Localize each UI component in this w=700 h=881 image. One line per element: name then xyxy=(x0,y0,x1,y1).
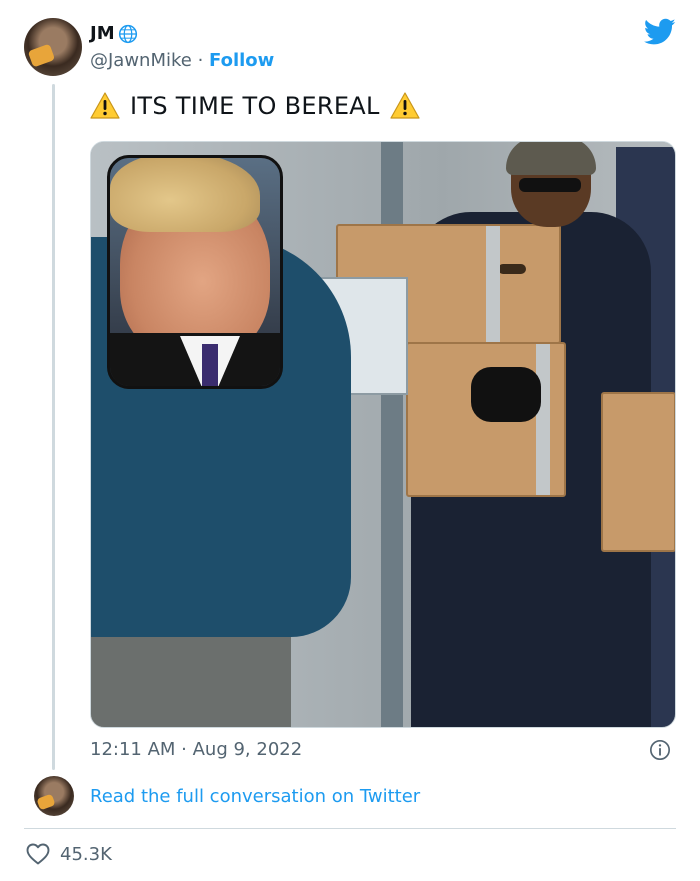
twitter-bird-icon[interactable] xyxy=(644,18,676,46)
author-avatar[interactable] xyxy=(24,18,82,76)
read-conversation-link[interactable]: Read the full conversation on Twitter xyxy=(90,786,420,807)
warning-icon xyxy=(390,92,420,119)
divider xyxy=(24,828,676,829)
globe-icon xyxy=(118,24,137,43)
tweet-photo[interactable] xyxy=(90,141,676,728)
author-handle[interactable]: @JawnMike xyxy=(90,50,192,71)
warning-icon xyxy=(90,92,120,119)
tweet-card: JM @JawnMike · Follow ITS TIME TO BEREAL xyxy=(0,0,700,881)
tweet-text: ITS TIME TO BEREAL xyxy=(90,92,420,120)
tweet-body: ITS TIME TO BEREAL xyxy=(130,92,380,120)
author-display-name[interactable]: JM xyxy=(90,23,115,44)
tweet-timestamp[interactable]: 12:11 AM · Aug 9, 2022 xyxy=(90,739,302,760)
heart-icon[interactable] xyxy=(26,843,50,865)
author-name-row[interactable]: JM xyxy=(90,23,138,44)
author-handle-row: @JawnMike · Follow xyxy=(90,50,274,71)
follow-button[interactable]: Follow xyxy=(209,50,274,71)
like-count: 45.3K xyxy=(60,843,112,865)
reply-avatar[interactable] xyxy=(34,776,74,816)
thread-line xyxy=(52,84,55,770)
handle-separator: · xyxy=(191,50,210,71)
like-button[interactable]: 45.3K xyxy=(26,843,112,865)
front-camera-inset xyxy=(107,155,283,389)
info-icon[interactable] xyxy=(649,739,671,761)
